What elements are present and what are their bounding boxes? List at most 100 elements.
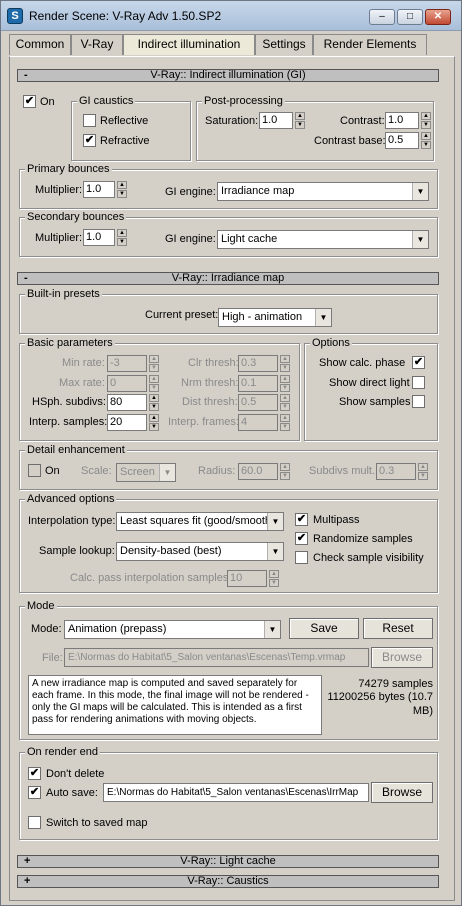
- nrm-thresh-input[interactable]: 0.1: [238, 375, 278, 392]
- auto-save-browse-button[interactable]: Browse: [371, 782, 433, 803]
- expand-icon: +: [24, 855, 31, 867]
- reset-button[interactable]: Reset: [363, 618, 433, 639]
- refractive-label: Refractive: [100, 135, 150, 147]
- close-button[interactable]: ✕: [425, 9, 451, 25]
- current-preset-label: Current preset:: [145, 309, 219, 321]
- nrm-thresh-spinner[interactable]: ▲ ▼: [280, 375, 290, 392]
- on-render-end-title: On render end: [25, 746, 100, 758]
- minimize-button[interactable]: –: [369, 9, 395, 25]
- sample-lookup-label: Sample lookup:: [39, 545, 115, 557]
- randomize-samples-checkbox[interactable]: ✔: [295, 532, 308, 545]
- detail-enhancement-title: Detail enhancement: [25, 444, 127, 456]
- refractive-checkbox[interactable]: ✔: [83, 134, 96, 147]
- secondary-gi-engine-select[interactable]: Light cache ▼: [217, 230, 429, 249]
- primary-gi-engine-select[interactable]: Irradiance map ▼: [217, 182, 429, 201]
- saturation-label: Saturation:: [205, 115, 259, 127]
- primary-multiplier-input[interactable]: 1.0: [83, 181, 115, 198]
- file-label: File:: [42, 652, 63, 664]
- current-preset-select[interactable]: High - animation ▼: [218, 308, 332, 327]
- subdivs-mult-spinner[interactable]: ▲ ▼: [418, 463, 428, 480]
- interp-frames-input[interactable]: 4: [238, 414, 278, 431]
- calc-pass-input[interactable]: 10: [227, 570, 267, 587]
- mode-value: Animation (prepass): [68, 623, 167, 635]
- mode-select[interactable]: Animation (prepass) ▼: [64, 620, 281, 639]
- show-samples-checkbox[interactable]: [412, 395, 425, 408]
- max-rate-input[interactable]: 0: [107, 375, 147, 392]
- detail-radius-spinner[interactable]: ▲ ▼: [280, 463, 290, 480]
- chevron-down-icon: ▼: [267, 513, 283, 530]
- file-path-field[interactable]: E:\Normas do Habitat\5_Salon ventanas\Es…: [64, 648, 369, 667]
- calc-pass-label: Calc. pass interpolation samples:: [70, 572, 232, 584]
- tab-vray[interactable]: V-Ray: [71, 34, 123, 55]
- tab-indirect-illumination[interactable]: Indirect illumination: [123, 34, 255, 55]
- secondary-multiplier-input[interactable]: 1.0: [83, 229, 115, 246]
- hsph-subdivs-spinner[interactable]: ▲ ▼: [149, 394, 159, 411]
- contrast-base-spinner[interactable]: ▲ ▼: [421, 132, 431, 149]
- min-rate-label: Min rate:: [62, 357, 105, 369]
- secondary-bounces-title: Secondary bounces: [25, 211, 127, 223]
- hsph-subdivs-label: HSph. subdivs:: [32, 396, 106, 408]
- contrast-base-label: Contrast base:: [314, 135, 386, 147]
- contrast-base-input[interactable]: 0.5: [385, 132, 419, 149]
- render-scene-window: S Render Scene: V-Ray Adv 1.50.SP2 – □ ✕…: [0, 0, 462, 906]
- secondary-engine-label: GI engine:: [165, 233, 216, 245]
- interpolation-type-select[interactable]: Least squares fit (good/smooth ▼: [116, 512, 284, 531]
- chevron-down-icon: ▼: [264, 621, 280, 638]
- min-rate-input[interactable]: -3: [107, 355, 147, 372]
- title-bar[interactable]: S Render Scene: V-Ray Adv 1.50.SP2 – □ ✕: [1, 1, 461, 31]
- rollout-irradiance-header[interactable]: - V-Ray:: Irradiance map: [17, 272, 439, 285]
- file-browse-button[interactable]: Browse: [371, 647, 433, 668]
- nrm-thresh-label: Nrm thresh:: [181, 377, 239, 389]
- tab-render-elements[interactable]: Render Elements: [313, 34, 427, 55]
- show-direct-light-checkbox[interactable]: [412, 376, 425, 389]
- save-button[interactable]: Save: [289, 618, 359, 639]
- clr-thresh-input[interactable]: 0.3: [238, 355, 278, 372]
- contrast-label: Contrast:: [340, 115, 385, 127]
- interp-samples-spinner[interactable]: ▲ ▼: [149, 414, 159, 431]
- auto-save-checkbox[interactable]: ✔: [28, 786, 41, 799]
- advanced-options-title: Advanced options: [25, 493, 117, 505]
- show-calc-phase-label: Show calc. phase: [319, 357, 406, 369]
- detail-scale-select[interactable]: Screen ▼: [116, 463, 176, 482]
- saturation-spinner[interactable]: ▲ ▼: [295, 112, 305, 129]
- gi-on-label: On: [40, 96, 55, 108]
- secondary-multiplier-spinner[interactable]: ▲ ▼: [117, 229, 127, 246]
- detail-on-checkbox[interactable]: [28, 464, 41, 477]
- contrast-input[interactable]: 1.0: [385, 112, 419, 129]
- rollout-irradiance-title: V-Ray:: Irradiance map: [171, 272, 285, 284]
- hsph-subdivs-input[interactable]: 80: [107, 394, 147, 411]
- calc-pass-spinner[interactable]: ▲ ▼: [269, 570, 279, 587]
- current-preset-value: High - animation: [222, 311, 303, 323]
- rollout-caustics-header[interactable]: + V-Ray:: Caustics: [17, 875, 439, 888]
- window-title: Render Scene: V-Ray Adv 1.50.SP2: [29, 9, 222, 23]
- saturation-input[interactable]: 1.0: [259, 112, 293, 129]
- clr-thresh-spinner[interactable]: ▲ ▼: [280, 355, 290, 372]
- max-rate-label: Max rate:: [59, 377, 105, 389]
- switch-to-saved-map-checkbox[interactable]: [28, 816, 41, 829]
- show-calc-phase-checkbox[interactable]: ✔: [412, 356, 425, 369]
- subdivs-mult-input[interactable]: 0.3: [376, 463, 416, 480]
- max-rate-spinner[interactable]: ▲ ▼: [149, 375, 159, 392]
- tab-settings[interactable]: Settings: [255, 34, 313, 55]
- multipass-checkbox[interactable]: ✔: [295, 513, 308, 526]
- detail-radius-input[interactable]: 60.0: [238, 463, 278, 480]
- rollout-gi-header[interactable]: - V-Ray:: Indirect illumination (GI): [17, 69, 439, 82]
- sample-lookup-select[interactable]: Density-based (best) ▼: [116, 542, 284, 561]
- rollout-light-cache-header[interactable]: + V-Ray:: Light cache: [17, 855, 439, 868]
- interp-frames-spinner[interactable]: ▲ ▼: [280, 414, 290, 431]
- check-sample-visibility-checkbox[interactable]: [295, 551, 308, 564]
- reflective-checkbox[interactable]: [83, 114, 96, 127]
- dist-thresh-spinner[interactable]: ▲ ▼: [280, 394, 290, 411]
- maximize-button[interactable]: □: [397, 9, 423, 25]
- auto-save-path-field[interactable]: E:\Normas do Habitat\5_Salon ventanas\Es…: [103, 783, 369, 802]
- tab-common[interactable]: Common: [9, 34, 71, 55]
- gi-on-checkbox[interactable]: ✔: [23, 95, 36, 108]
- dont-delete-checkbox[interactable]: ✔: [28, 767, 41, 780]
- min-rate-spinner[interactable]: ▲ ▼: [149, 355, 159, 372]
- mode-description: A new irradiance map is computed and sav…: [28, 675, 322, 735]
- map-size: 11200256 bytes (10.7 MB): [327, 691, 433, 717]
- primary-multiplier-spinner[interactable]: ▲ ▼: [117, 181, 127, 198]
- interp-samples-input[interactable]: 20: [107, 414, 147, 431]
- contrast-spinner[interactable]: ▲ ▼: [421, 112, 431, 129]
- dist-thresh-input[interactable]: 0.5: [238, 394, 278, 411]
